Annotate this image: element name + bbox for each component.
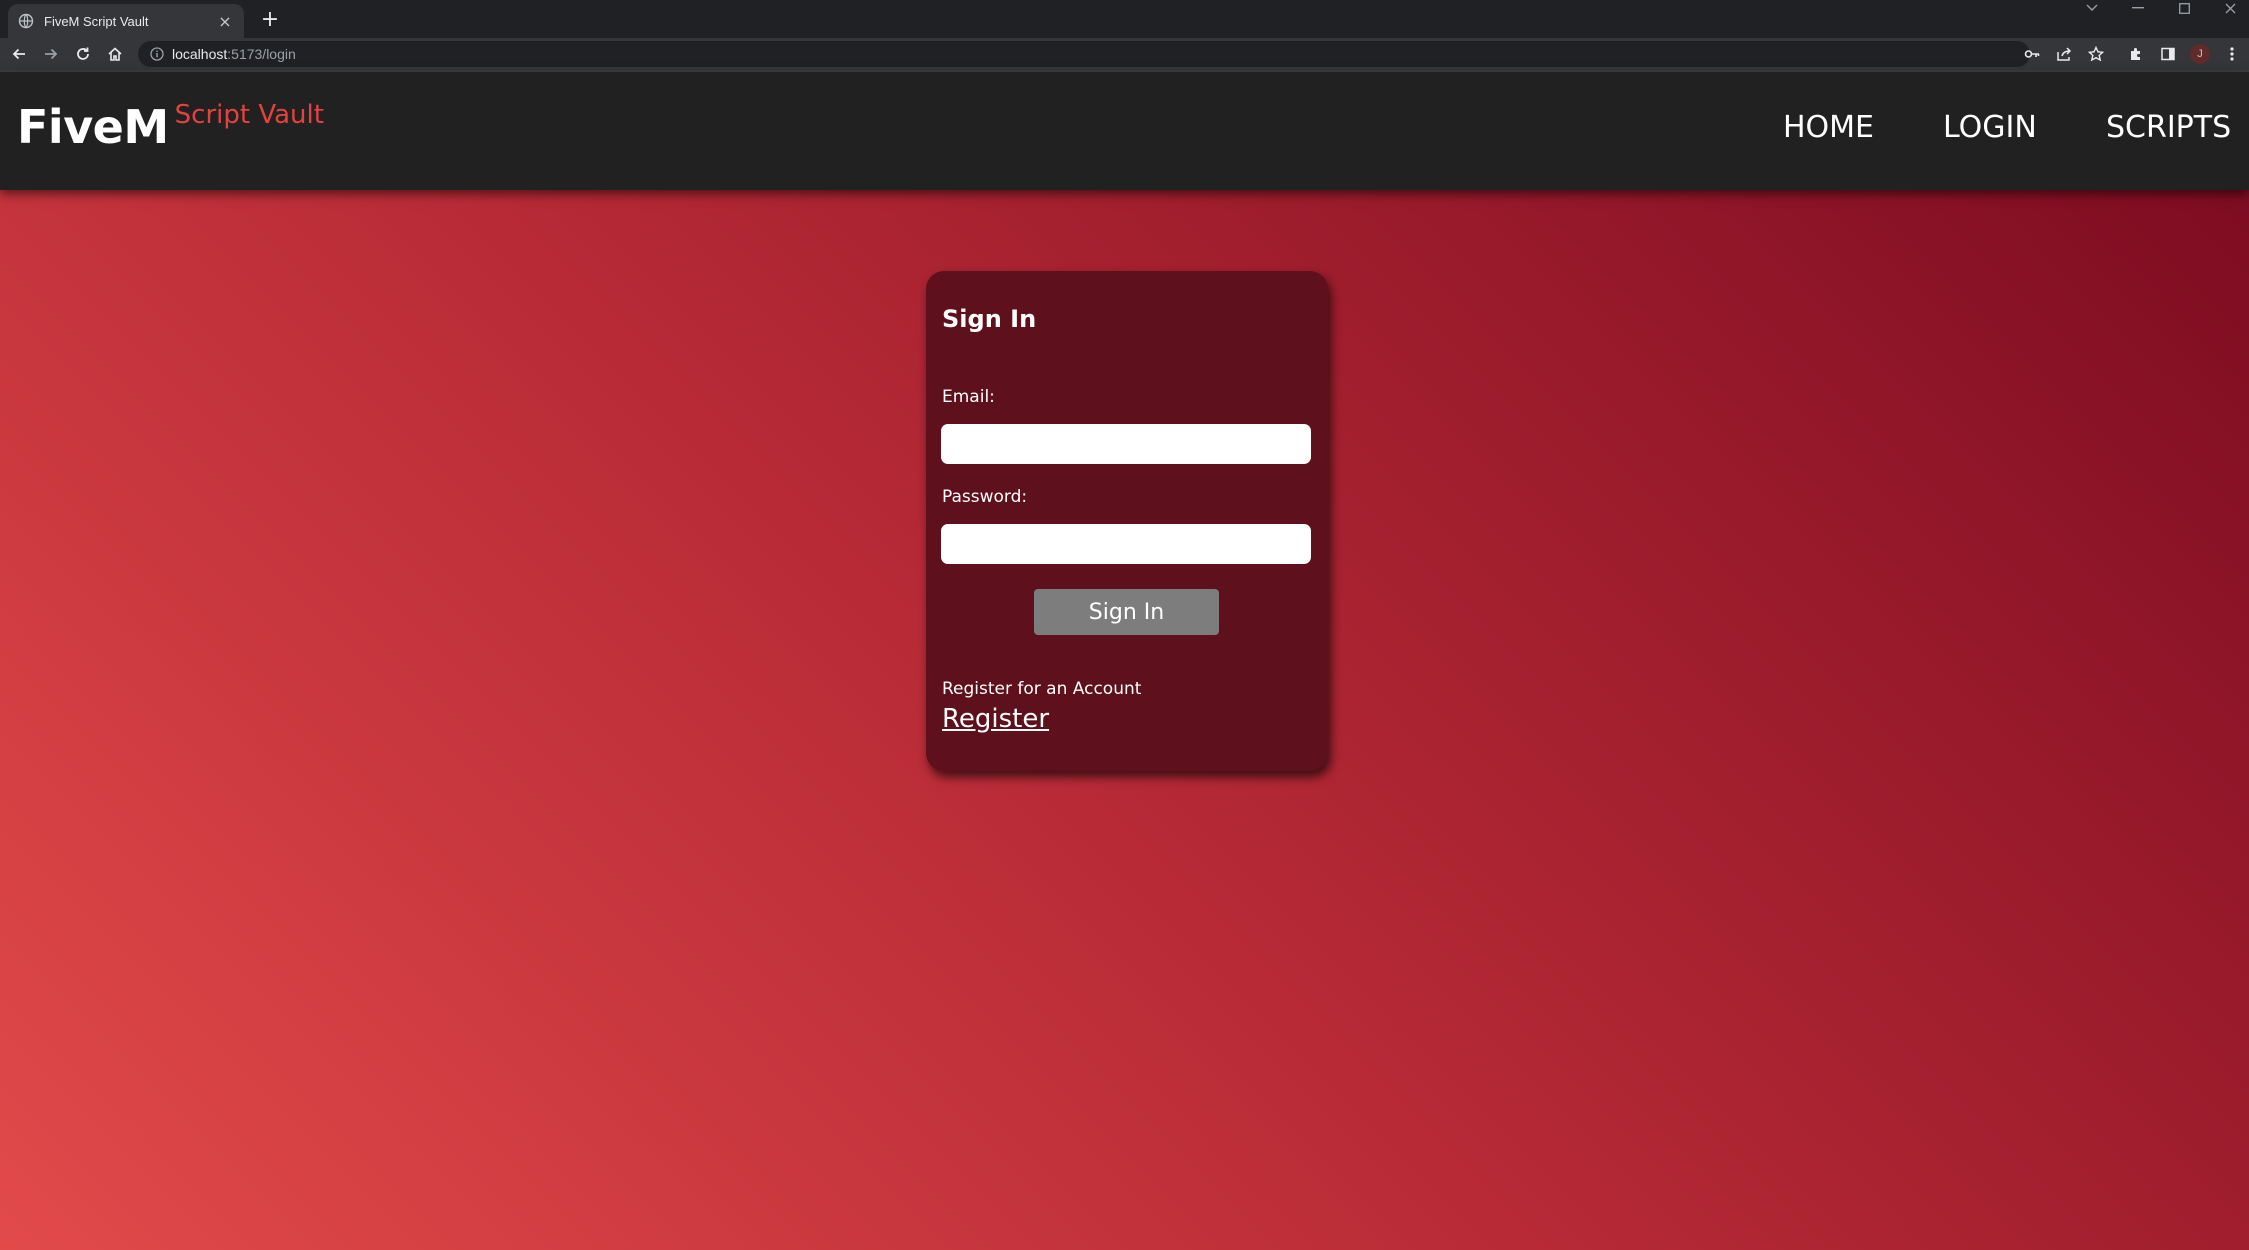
brand-title: FiveM xyxy=(17,100,169,154)
login-card: Sign In Email: Password: Sign In Registe… xyxy=(926,271,1328,771)
url-host: localhost xyxy=(172,46,228,62)
maximize-icon[interactable] xyxy=(2166,0,2202,16)
brand-subtitle: Script Vault xyxy=(174,100,324,130)
back-icon[interactable] xyxy=(7,42,31,66)
profile-avatar[interactable]: J xyxy=(2190,44,2210,64)
nav-login[interactable]: LOGIN xyxy=(1943,110,2037,145)
card-title: Sign In xyxy=(942,305,1037,333)
browser-toolbar: localhost:5173/login J xyxy=(0,38,2249,70)
site-logo[interactable]: FiveM Script Vault xyxy=(17,100,324,154)
register-link[interactable]: Register xyxy=(942,704,1049,734)
extensions-icon[interactable] xyxy=(2124,42,2148,66)
browser-tabstrip: FiveM Script Vault × + xyxy=(0,0,2249,38)
sign-in-button[interactable]: Sign In xyxy=(1034,589,1219,635)
tab-search-icon[interactable] xyxy=(2074,0,2110,16)
info-icon[interactable] xyxy=(150,47,164,61)
reload-icon[interactable] xyxy=(71,42,95,66)
menu-dots-icon[interactable] xyxy=(2220,42,2244,66)
close-window-icon[interactable] xyxy=(2212,0,2248,16)
tab-title: FiveM Script Vault xyxy=(44,13,149,29)
bookmark-star-icon[interactable] xyxy=(2084,42,2108,66)
email-field[interactable] xyxy=(941,424,1311,464)
url-path: :5173/login xyxy=(227,46,296,62)
home-icon[interactable] xyxy=(103,42,127,66)
site-header: FiveM Script Vault HOME LOGIN SCRIPTS xyxy=(0,72,2249,190)
close-tab-icon[interactable]: × xyxy=(216,12,234,31)
side-panel-icon[interactable] xyxy=(2156,42,2180,66)
address-bar[interactable]: localhost:5173/login xyxy=(138,41,2030,67)
url-text: localhost:5173/login xyxy=(172,46,296,62)
password-field[interactable] xyxy=(941,524,1311,564)
forward-icon[interactable] xyxy=(39,42,63,66)
nav-scripts[interactable]: SCRIPTS xyxy=(2106,110,2231,145)
share-icon[interactable] xyxy=(2052,42,2076,66)
nav-home[interactable]: HOME xyxy=(1783,110,1874,145)
email-label: Email: xyxy=(942,387,995,407)
page-background: FiveM Script Vault HOME LOGIN SCRIPTS Si… xyxy=(0,72,2249,1250)
register-hint: Register for an Account xyxy=(942,679,1142,699)
minimize-icon[interactable] xyxy=(2120,0,2156,16)
globe-icon xyxy=(18,13,34,29)
browser-tab[interactable]: FiveM Script Vault × xyxy=(8,4,244,38)
new-tab-button[interactable]: + xyxy=(256,6,284,34)
key-icon[interactable] xyxy=(2020,42,2044,66)
password-label: Password: xyxy=(942,487,1028,507)
